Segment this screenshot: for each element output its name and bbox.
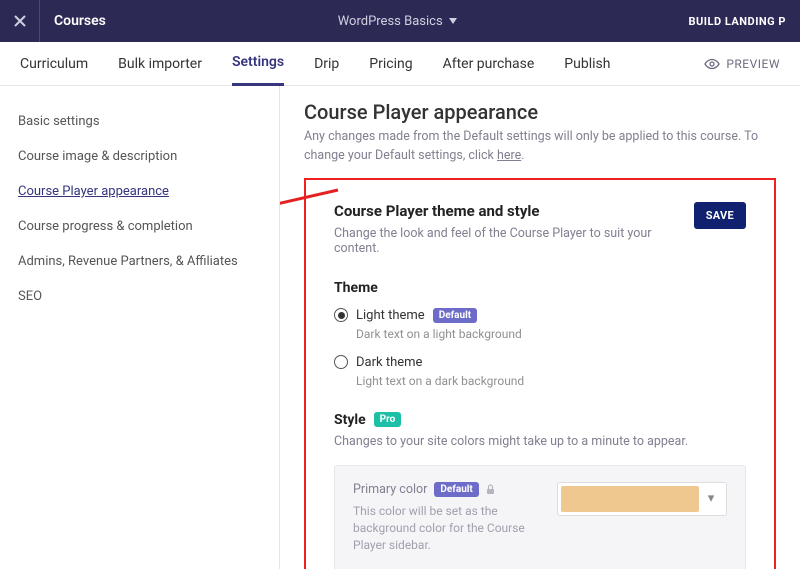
theme-light-desc: Dark text on a light background [356, 327, 746, 341]
sidebar-item-player-appearance[interactable]: Course Player appearance [18, 174, 261, 209]
preview-label: PREVIEW [726, 57, 780, 71]
primary-color-desc: This color will be set as the background… [353, 503, 537, 555]
sidebar-item-admins[interactable]: Admins, Revenue Partners, & Affiliates [18, 244, 261, 279]
tab-bulk-importer[interactable]: Bulk importer [118, 42, 202, 86]
lock-icon [486, 484, 495, 495]
tab-curriculum[interactable]: Curriculum [20, 42, 88, 86]
theme-dark-desc: Light text on a dark background [356, 374, 746, 388]
radio-label: Dark theme [356, 355, 422, 370]
app-title: Courses [40, 13, 120, 29]
sidebar-item-seo[interactable]: SEO [18, 279, 261, 314]
tab-pricing[interactable]: Pricing [369, 42, 412, 86]
settings-sidebar: Basic settings Course image & descriptio… [0, 86, 280, 569]
sidebar-item-progress[interactable]: Course progress & completion [18, 209, 261, 244]
tabs-bar: Curriculum Bulk importer Settings Drip P… [0, 42, 800, 86]
sidebar-item-basic[interactable]: Basic settings [18, 104, 261, 139]
radio-icon [334, 355, 348, 369]
tab-settings[interactable]: Settings [232, 42, 284, 86]
main-panel: Course Player appearance Any changes mad… [280, 86, 800, 569]
color-swatch [561, 486, 699, 512]
style-heading: Style Pro [334, 412, 746, 428]
style-subtext: Changes to your site colors might take u… [334, 434, 746, 449]
chevron-down-icon [449, 18, 457, 24]
course-name: WordPress Basics [338, 14, 443, 29]
save-button[interactable]: SAVE [694, 202, 746, 229]
default-settings-link[interactable]: here [497, 148, 521, 163]
build-landing-button[interactable]: BUILD LANDING P [675, 15, 800, 28]
page-title: Course Player appearance [304, 100, 776, 124]
course-switcher[interactable]: WordPress Basics [120, 14, 675, 29]
theme-heading: Theme [334, 280, 746, 296]
primary-color-picker[interactable]: ▾ [557, 482, 727, 516]
radio-label: Light theme [356, 308, 425, 323]
primary-color-label: Primary color Default [353, 482, 537, 497]
pro-badge: Pro [374, 412, 402, 427]
tab-after-purchase[interactable]: After purchase [443, 42, 535, 86]
default-badge: Default [433, 308, 477, 323]
tab-drip[interactable]: Drip [314, 42, 339, 86]
card-title: Course Player theme and style [334, 202, 694, 220]
theme-option-dark[interactable]: Dark theme [334, 355, 746, 370]
card-subtitle: Change the look and feel of the Course P… [334, 226, 694, 256]
primary-color-row: Primary color Default This color will be… [334, 465, 746, 569]
preview-button[interactable]: PREVIEW [704, 57, 780, 71]
sidebar-item-image-desc[interactable]: Course image & description [18, 139, 261, 174]
default-badge: Default [434, 482, 478, 497]
tab-publish[interactable]: Publish [564, 42, 610, 86]
radio-icon [334, 308, 348, 322]
close-button[interactable] [0, 0, 40, 42]
highlighted-card: Course Player theme and style Change the… [304, 178, 776, 569]
theme-option-light[interactable]: Light theme Default [334, 308, 746, 323]
chevron-down-icon: ▾ [699, 491, 723, 506]
page-subtitle: Any changes made from the Default settin… [304, 128, 776, 166]
eye-icon [704, 58, 720, 70]
